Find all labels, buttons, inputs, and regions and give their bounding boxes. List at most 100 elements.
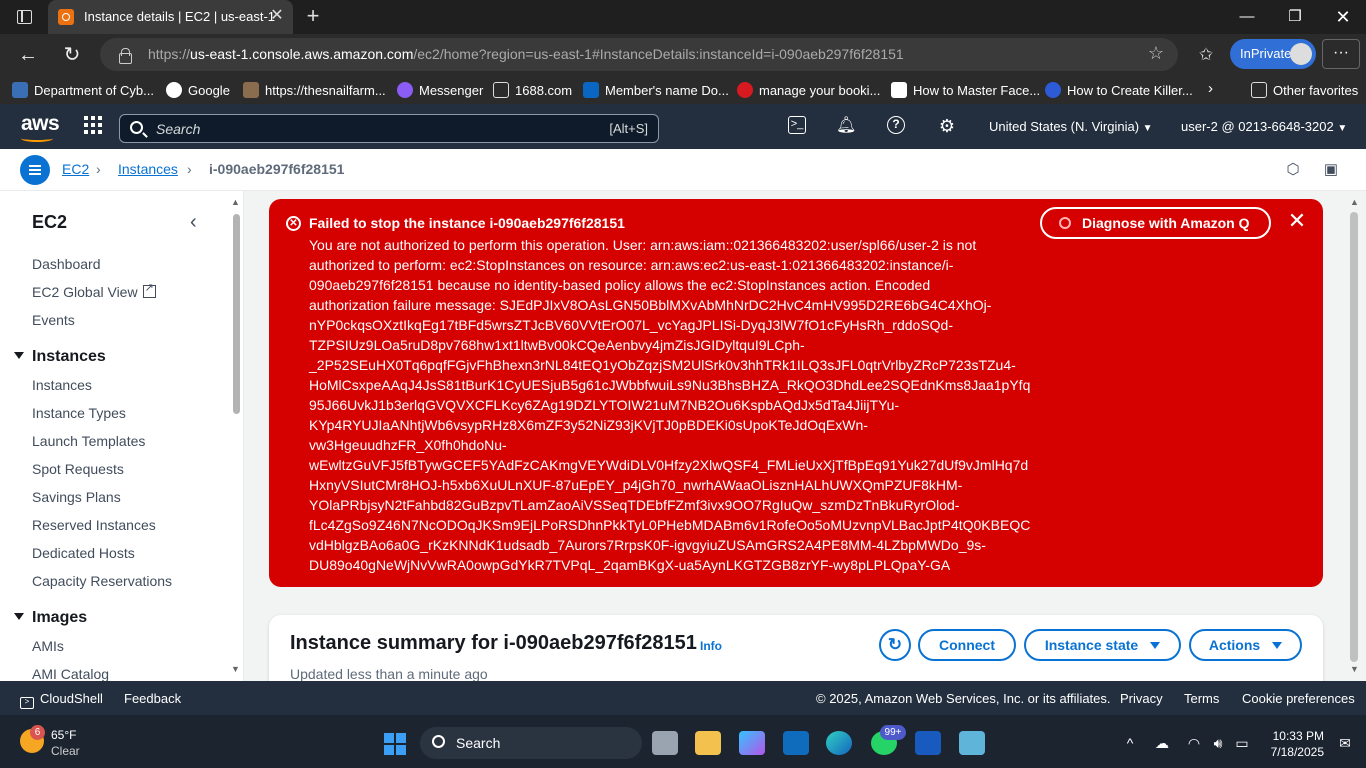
task-view-icon[interactable]	[652, 731, 678, 755]
scroll-down-arrow-icon[interactable]: ▼	[231, 664, 240, 674]
nav-item-amis[interactable]: AMIs	[32, 638, 64, 654]
cookie-preferences-link[interactable]: Cookie preferences	[1242, 691, 1355, 706]
breadcrumb-ec2[interactable]: EC2	[62, 161, 89, 177]
region-selector[interactable]: United States (N. Virginia) ▼	[989, 119, 1153, 134]
tab-close-icon[interactable]: ✕	[268, 7, 286, 25]
copilot-icon[interactable]	[739, 731, 765, 755]
main-scrollbar[interactable]	[1350, 212, 1358, 662]
profile-avatar	[1290, 43, 1312, 65]
services-grid-icon[interactable]	[84, 116, 104, 136]
other-favorites[interactable]: Other favorites	[1251, 82, 1358, 98]
aws-logo[interactable]: aws	[21, 112, 60, 136]
console-footer: > CloudShell Feedback © 2025, Amazon Web …	[0, 681, 1366, 715]
nav-item-events[interactable]: Events	[32, 312, 75, 328]
breadcrumb-instances[interactable]: Instances	[118, 161, 178, 177]
display-preferences-icon[interactable]: ▣	[1322, 161, 1340, 179]
taskbar-search[interactable]: Search	[420, 727, 642, 759]
window-close-icon[interactable]: ✕	[1333, 7, 1353, 27]
summary-title: Instance summary for i-090aeb297f6f28151	[290, 632, 697, 654]
url-text[interactable]: https://us-east-1.console.aws.amazon.com…	[148, 46, 904, 62]
lock-icon[interactable]	[118, 47, 132, 64]
battery-icon[interactable]: ▭	[1233, 735, 1251, 752]
cloud-warning-icon[interactable]: ☁	[1153, 735, 1171, 752]
nav-item-dedicated-hosts[interactable]: Dedicated Hosts	[32, 545, 135, 561]
bookmark-item[interactable]: 1688.com	[493, 82, 572, 98]
file-explorer-icon[interactable]	[695, 731, 721, 755]
browser-tab[interactable]: Instance details | EC2 | us-east-1 ✕	[48, 0, 293, 34]
more-options-icon[interactable]: ···	[1322, 39, 1360, 69]
word-icon[interactable]	[915, 731, 941, 755]
notification-center-icon[interactable]: ✉	[1336, 735, 1354, 752]
bookmark-item[interactable]: Messenger	[397, 82, 483, 98]
wifi-icon[interactable]: ◠	[1185, 735, 1203, 752]
back-arrow-icon[interactable]: ←	[16, 43, 40, 67]
weather-condition[interactable]: Clear	[51, 744, 80, 758]
nav-item-ami-catalog[interactable]: AMI Catalog	[32, 666, 109, 681]
connect-button[interactable]: Connect	[918, 629, 1016, 661]
notepad-icon[interactable]	[959, 731, 985, 755]
nav-item-instances[interactable]: Instances	[32, 377, 92, 393]
scroll-up-arrow-icon[interactable]: ▲	[231, 197, 240, 207]
collapse-chevron-icon[interactable]: ‹	[190, 211, 197, 234]
sidenav-scrollbar[interactable]	[233, 214, 240, 414]
instance-state-button[interactable]: Instance state	[1024, 629, 1181, 661]
nav-item-spot-requests[interactable]: Spot Requests	[32, 461, 124, 477]
inprivate-button[interactable]: InPrivate	[1230, 39, 1316, 69]
nav-item-capacity-reservations[interactable]: Capacity Reservations	[32, 573, 172, 589]
main-scroll-down-icon[interactable]: ▼	[1350, 664, 1359, 674]
bookmark-item[interactable]: Google	[166, 82, 230, 98]
diagnose-with-amazon-q-button[interactable]: Diagnose with Amazon Q	[1040, 207, 1271, 239]
cloudshell-button[interactable]: > CloudShell	[20, 691, 103, 709]
bookmark-item[interactable]: https://thesnailfarm...	[243, 82, 386, 98]
settings-gear-icon[interactable]: ⚙	[937, 116, 957, 136]
feedback-link[interactable]: Feedback	[124, 691, 181, 706]
info-link[interactable]: Info	[700, 639, 722, 653]
clock-time[interactable]: 10:33 PM	[1268, 729, 1324, 743]
restore-icon[interactable]: ❐	[1285, 7, 1305, 27]
caret-down-icon	[14, 613, 24, 620]
nav-item-global-view[interactable]: EC2 Global View	[32, 281, 156, 300]
nav-item-launch-templates[interactable]: Launch Templates	[32, 433, 145, 449]
main-scroll-up-icon[interactable]: ▲	[1350, 197, 1359, 207]
bookmark-item[interactable]: manage your booki...	[737, 82, 880, 98]
cloudshell-icon[interactable]: >_	[788, 116, 806, 134]
nav-menu-icon[interactable]	[20, 155, 50, 185]
nav-item-instance-types[interactable]: Instance Types	[32, 405, 126, 421]
notifications-bell-icon[interactable]: 🔔︎	[836, 116, 856, 136]
terms-link[interactable]: Terms	[1184, 691, 1219, 706]
nav-section-images[interactable]: Images	[14, 609, 87, 627]
nav-item-reserved-instances[interactable]: Reserved Instances	[32, 517, 156, 533]
outlook-icon[interactable]	[783, 731, 809, 755]
favorite-star-icon[interactable]: ☆	[1148, 43, 1164, 64]
account-menu[interactable]: user-2 @ 0213-6648-3202 ▼	[1181, 119, 1347, 134]
nav-item-dashboard[interactable]: Dashboard	[32, 256, 101, 272]
actions-button[interactable]: Actions	[1189, 629, 1302, 661]
windows-start-icon[interactable]	[384, 733, 406, 755]
refresh-button[interactable]: ↻	[879, 629, 911, 661]
bookmark-item[interactable]: How to Create Killer...	[1045, 82, 1193, 98]
bookmark-item[interactable]: Member's name Do...	[583, 82, 729, 98]
volume-icon[interactable]: 🔊︎	[1209, 735, 1227, 752]
new-tab-icon[interactable]: +	[302, 5, 324, 27]
url-field[interactable]: https://us-east-1.console.aws.amazon.com…	[100, 38, 1178, 71]
bookmarks-overflow-chevron-icon[interactable]: ›	[1208, 80, 1213, 97]
bookmark-item[interactable]: Department of Cyb...	[12, 82, 154, 98]
help-icon[interactable]: ?	[887, 116, 905, 134]
weather-temperature[interactable]: 65°F	[51, 728, 76, 742]
console-search-input[interactable]: Search [Alt+S]	[119, 114, 659, 143]
favorites-icon[interactable]: ✩	[1194, 43, 1218, 67]
tab-actions-icon[interactable]	[10, 6, 38, 28]
refresh-icon[interactable]: ↻	[60, 43, 84, 67]
bookmark-item[interactable]: How to Master Face...	[891, 82, 1040, 98]
privacy-link[interactable]: Privacy	[1120, 691, 1163, 706]
minimize-icon[interactable]: —	[1237, 7, 1257, 27]
sidenav-title[interactable]: EC2	[32, 212, 67, 233]
edge-browser-icon[interactable]	[826, 731, 852, 755]
hexagon-settings-icon[interactable]: ⬡	[1284, 161, 1302, 179]
nav-item-savings-plans[interactable]: Savings Plans	[32, 489, 121, 505]
clock-date[interactable]: 7/18/2025	[1258, 745, 1324, 759]
search-icon	[130, 121, 143, 134]
dismiss-close-icon[interactable]: ✕	[1287, 210, 1307, 232]
show-hidden-icons-chevron-icon[interactable]: ^	[1121, 735, 1139, 751]
nav-section-instances[interactable]: Instances	[14, 348, 106, 366]
